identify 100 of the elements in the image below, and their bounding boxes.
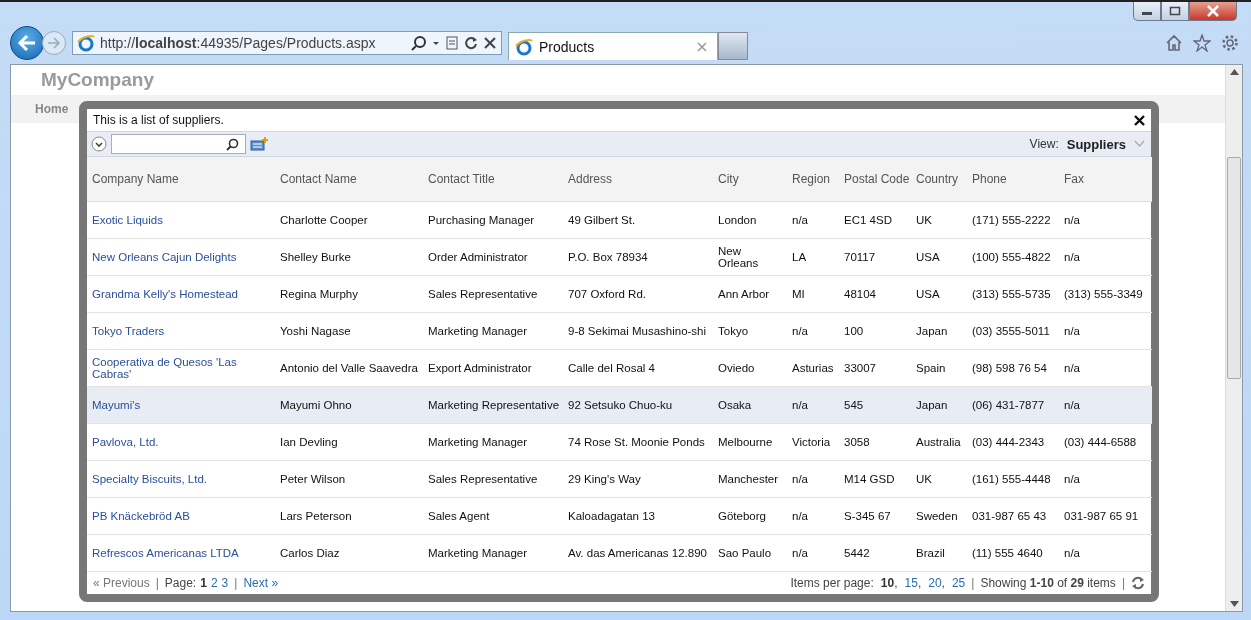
- company-link[interactable]: Grandma Kelly's Homestead: [92, 287, 272, 301]
- table-cell-text: P.O. Box 78934: [568, 250, 649, 264]
- page-link[interactable]: 2: [210, 576, 218, 590]
- table-cell-text: M14 GSD: [844, 472, 896, 486]
- table-cell-text: Marketing Manager: [428, 546, 529, 560]
- page-link[interactable]: 3: [221, 576, 229, 590]
- company-link[interactable]: PB Knäckebröd AB: [92, 509, 272, 523]
- page-size-link[interactable]: 25: [951, 576, 966, 590]
- company-link[interactable]: New Orleans Cajun Delights: [92, 250, 272, 264]
- table-cell-text: Japan: [916, 398, 949, 412]
- table-cell-text: Order Administrator: [428, 250, 529, 264]
- table-cell-text: n/a: [1064, 361, 1081, 375]
- table-cell-text: 031-987 65 43: [972, 509, 1048, 523]
- page-size-link[interactable]: 20: [928, 576, 942, 590]
- table-cell-text: 545: [844, 398, 865, 412]
- table-cell-text: n/a: [1064, 324, 1081, 338]
- close-icon: [1206, 5, 1220, 17]
- table-cell-text: Export Administrator: [428, 361, 533, 375]
- table-cell-text: (03) 3555-5011: [972, 324, 1051, 338]
- column-header[interactable]: Company Name: [92, 172, 179, 186]
- dialog-description: This is a list of suppliers.: [93, 113, 224, 127]
- table-cell-text: UK: [916, 472, 933, 486]
- table-cell-text: Av. das Americanas 12.890: [568, 546, 708, 560]
- table-cell-text: Marketing Manager: [428, 435, 529, 449]
- column-header[interactable]: Phone: [972, 172, 1007, 186]
- maximize-button[interactable]: [1161, 2, 1189, 21]
- column-header[interactable]: City: [718, 172, 739, 186]
- column-header[interactable]: Address: [568, 172, 613, 186]
- browser-tab[interactable]: Products: [508, 32, 718, 60]
- table-cell-text: London: [718, 213, 758, 227]
- table-cell-text: Antonio del Valle Saavedra: [280, 361, 419, 375]
- previous-link[interactable]: « Previous: [93, 576, 150, 590]
- browser-logo-icon: [77, 34, 95, 52]
- close-icon[interactable]: [1134, 114, 1145, 126]
- back-button[interactable]: [10, 26, 44, 60]
- table-cell-text: Manchester: [718, 472, 780, 486]
- search-field[interactable]: [111, 134, 246, 154]
- table-cell-text: Australia: [916, 435, 962, 449]
- table-cell-text: USA: [916, 287, 941, 301]
- refresh-icon[interactable]: [464, 35, 478, 51]
- dropdown-icon[interactable]: [91, 136, 107, 152]
- table-cell-text: Göteborg: [718, 509, 767, 523]
- company-link[interactable]: Exotic Liquids: [92, 213, 272, 227]
- company-link[interactable]: Pavlova, Ltd.: [92, 435, 272, 449]
- minimize-button[interactable]: [1133, 2, 1161, 21]
- browser-logo-icon: [515, 37, 533, 56]
- search-icon[interactable]: [411, 35, 427, 51]
- next-link[interactable]: Next »: [243, 576, 279, 590]
- new-tab-button[interactable]: [718, 32, 748, 60]
- table-cell-text: Yoshi Nagase: [280, 324, 352, 338]
- tab-title: Products: [539, 38, 596, 55]
- maximize-icon: [1169, 6, 1181, 16]
- table-cell-text: Sales Representative: [428, 472, 539, 486]
- scroll-thumb[interactable]: [1227, 157, 1241, 379]
- selected-row[interactable]: Mayumi's Mayumi Ohno Marketing Representative 92 Setsuko Chuo-ku Osaka n/a 545 Japan (06) 431-7877 n/a: [87, 386, 1152, 424]
- company-link[interactable]: Refrescos Americanas LTDA: [92, 546, 272, 560]
- star-icon[interactable]: [1193, 34, 1211, 52]
- table-cell-text: n/a: [792, 546, 809, 560]
- table-cell-text: 100: [844, 324, 865, 338]
- table-cell-text: 3058: [844, 435, 871, 449]
- view-selector[interactable]: Suppliers: [1062, 136, 1130, 152]
- address-bar[interactable]: http://localhost:44935/Pages/Products.aspx: [72, 31, 502, 55]
- table-cell-text: 707 Oxford Rd.: [568, 287, 647, 301]
- scroll-down-icon[interactable]: [1229, 601, 1239, 607]
- table-cell-text: 48104: [844, 287, 877, 301]
- home-icon[interactable]: [1165, 34, 1183, 52]
- separator: |: [971, 576, 975, 590]
- scrollbar[interactable]: [1225, 65, 1242, 611]
- company-link[interactable]: Cooperativa de Quesos 'Las Cabras': [92, 355, 272, 381]
- table-cell-text: New Orleans: [718, 244, 760, 270]
- table-cell-text: MI: [792, 287, 806, 301]
- scroll-up-icon[interactable]: [1229, 69, 1239, 75]
- comma: ,: [941, 576, 945, 590]
- page-link[interactable]: 1: [200, 576, 207, 590]
- settings-icon[interactable]: [1221, 34, 1239, 52]
- table-cell-text: Spain: [916, 361, 947, 375]
- table-cell-text: Asturias: [792, 361, 835, 375]
- close-button[interactable]: [1189, 2, 1237, 21]
- new-record-icon[interactable]: [250, 137, 268, 151]
- column-header[interactable]: Fax: [1064, 172, 1084, 186]
- table-cell-text: (11) 555 4640: [972, 546, 1044, 560]
- column-header[interactable]: Contact Title: [428, 172, 495, 186]
- table-cell-text: (161) 555-4448: [972, 472, 1052, 486]
- page-size-link[interactable]: 15: [904, 576, 918, 590]
- table-cell-text: UK: [916, 213, 933, 227]
- search-icon[interactable]: [226, 137, 239, 151]
- company-link[interactable]: Tokyo Traders: [92, 324, 272, 338]
- table-cell-text: Kaloadagatan 13: [568, 509, 656, 523]
- table-cell-text: (100) 555-4822: [972, 250, 1052, 264]
- table-cell-text: n/a: [1064, 546, 1081, 560]
- column-header[interactable]: Contact Name: [280, 172, 357, 186]
- table-cell-text: Peter Wilson: [280, 472, 347, 486]
- company-link[interactable]: Specialty Biscuits, Ltd.: [92, 472, 272, 486]
- refresh-icon[interactable]: [1131, 576, 1145, 590]
- table-cell-text: Carlos Diaz: [280, 546, 341, 560]
- table-cell-text: (313) 555-3349: [1064, 287, 1144, 301]
- table-cell-text: n/a: [792, 472, 809, 486]
- site-brand: MyCompany: [41, 69, 154, 91]
- close-tab-icon[interactable]: [697, 41, 707, 52]
- stop-icon[interactable]: [483, 35, 497, 51]
